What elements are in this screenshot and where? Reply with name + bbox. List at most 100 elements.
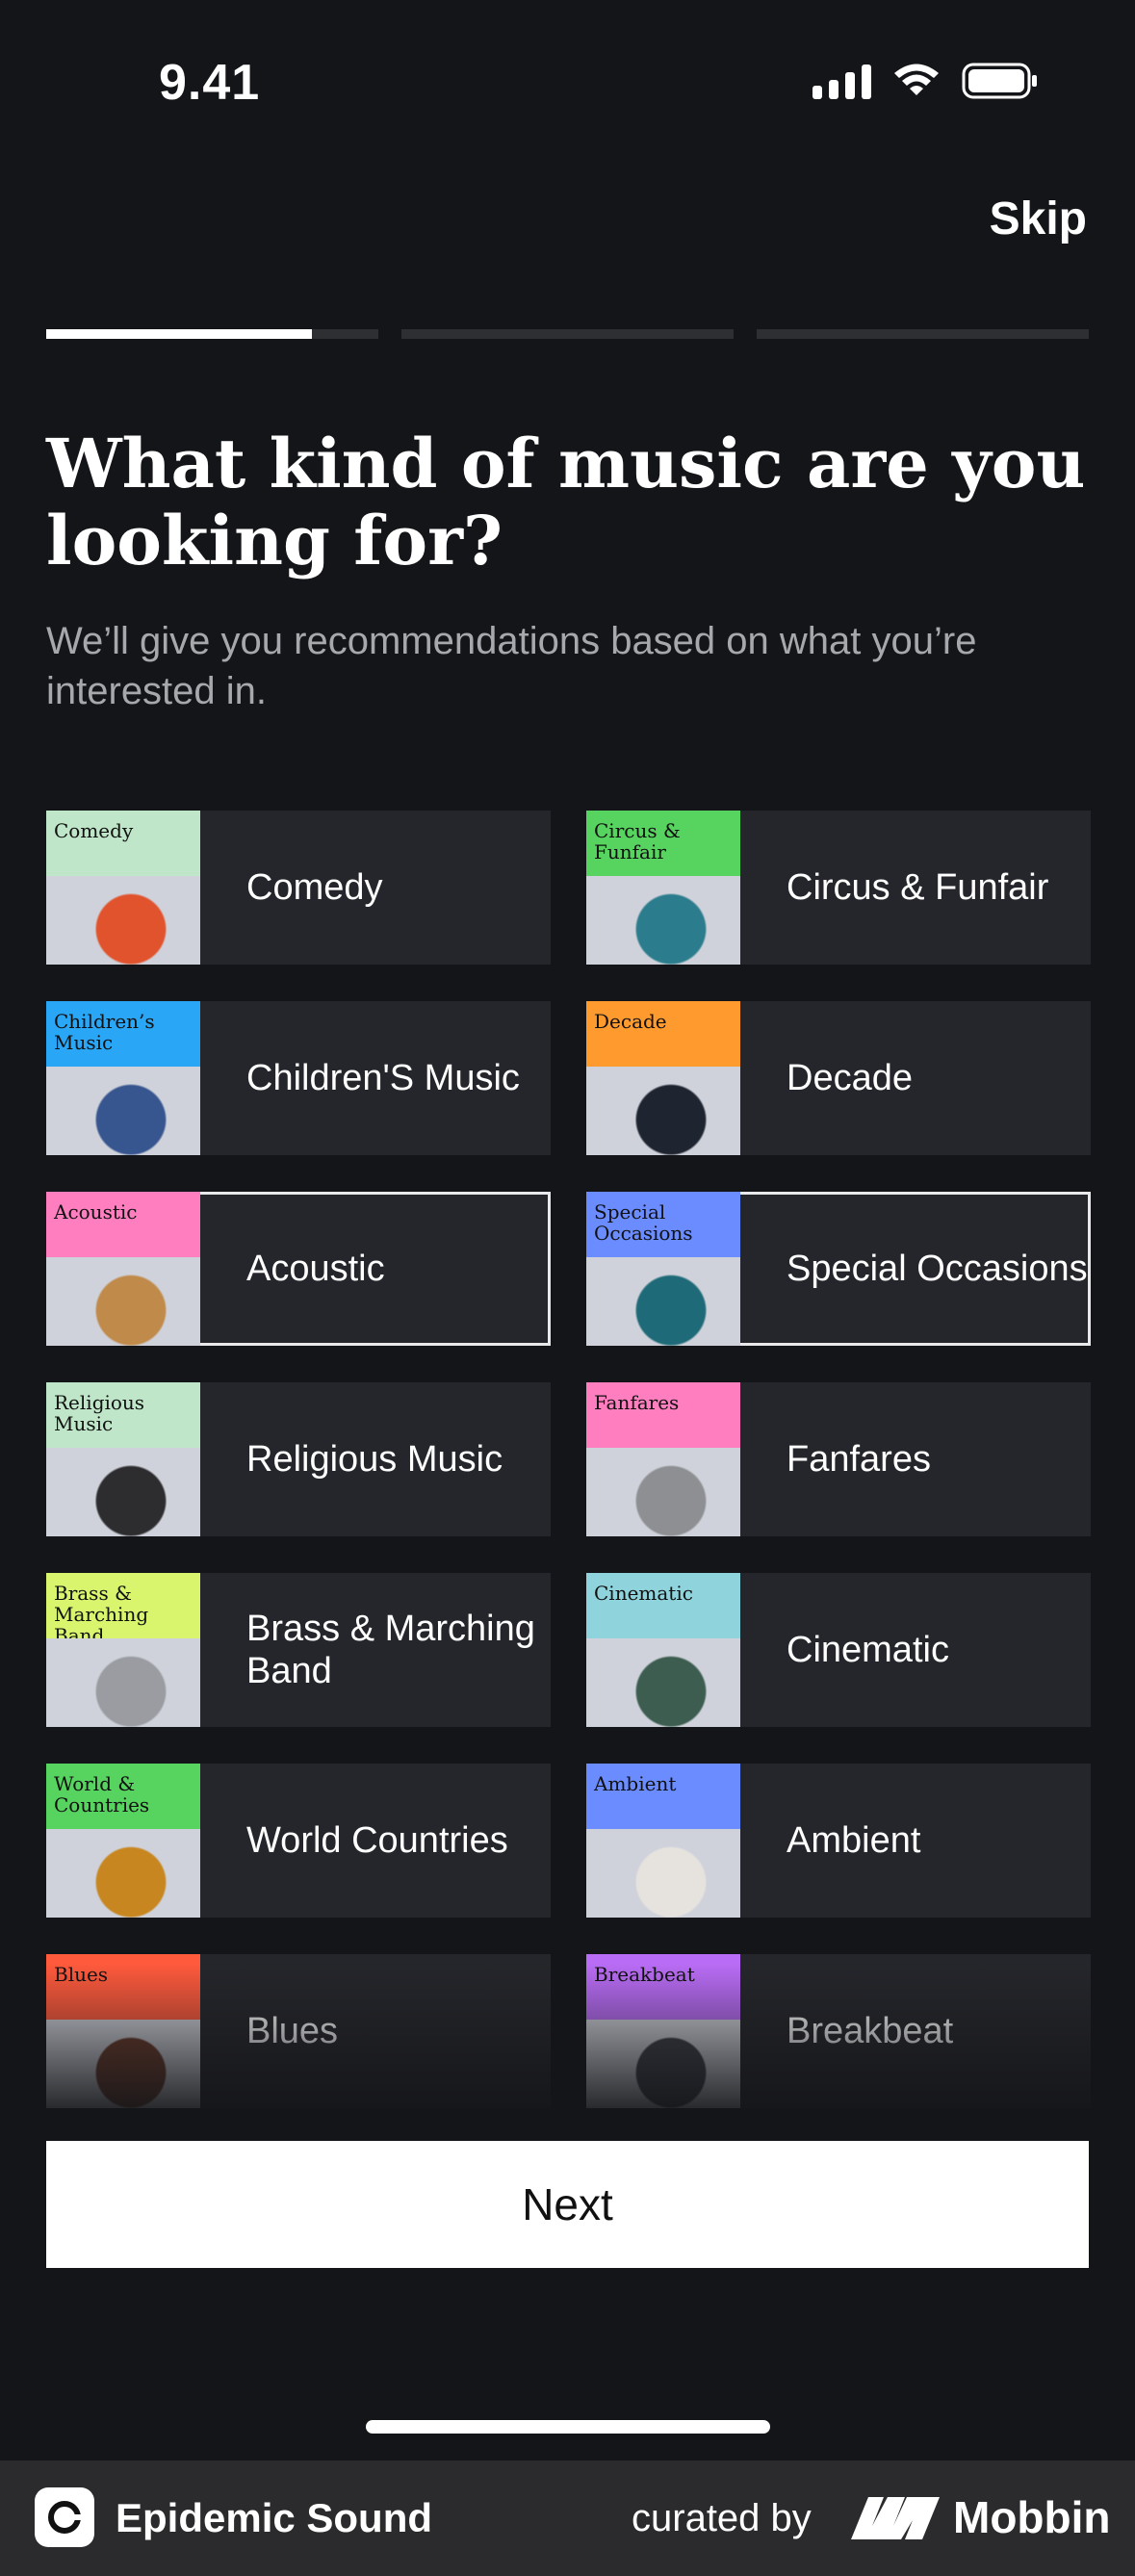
genre-label: Religious Music <box>246 1439 503 1480</box>
genre-label: World Countries <box>246 1820 508 1861</box>
genre-thumbnail: Blues <box>46 1954 200 2108</box>
genre-thumbnail-tag: Special Occasions <box>594 1200 693 1245</box>
genre-label: Cinematic <box>787 1630 949 1670</box>
footer-curator: Mobbin <box>953 2492 1111 2542</box>
genre-thumbnail-band: Acoustic <box>46 1192 200 1257</box>
genre-label: Blues <box>246 2011 339 2051</box>
genre-thumbnail-band: Breakbeat <box>586 1954 740 2020</box>
genre-thumbnail-band: Brass & Marching Band <box>46 1573 200 1646</box>
genre-thumbnail: World & Countries <box>46 1764 200 1918</box>
genre-thumbnail: Brass & Marching Band <box>46 1573 200 1727</box>
progress-step-1-fill <box>46 329 312 339</box>
genre-card[interactable]: Fanfares Fanfares <box>586 1382 1091 1536</box>
genre-thumbnail-band: Comedy <box>46 811 200 876</box>
genre-thumbnail-art <box>586 1829 740 1918</box>
status-time: 9.41 <box>159 55 261 111</box>
genre-label: Fanfares <box>787 1439 931 1480</box>
epidemic-sound-logo-icon <box>35 2487 94 2547</box>
genre-thumbnail-tag: Breakbeat <box>594 1963 695 1986</box>
page-title: What kind of music are you looking for? <box>46 424 1086 580</box>
genre-card[interactable]: Blues Blues <box>46 1954 551 2108</box>
genre-thumbnail-tag: Ambient <box>594 1772 677 1795</box>
genre-thumbnail-band: Ambient <box>586 1764 740 1829</box>
genre-card[interactable]: World & Countries World Countries <box>46 1764 551 1918</box>
genre-thumbnail-art <box>586 876 740 965</box>
genre-thumbnail-tag: Children’s Music <box>54 1010 155 1054</box>
genre-thumbnail-art <box>46 1067 200 1155</box>
genre-thumbnail-band: Fanfares <box>586 1382 740 1448</box>
onboarding-progress <box>46 329 1089 339</box>
genre-card[interactable]: Brass & Marching Band Brass & Marching Ba… <box>46 1573 551 1727</box>
genre-card[interactable]: Breakbeat Breakbeat <box>586 1954 1091 2108</box>
genre-thumbnail-tag: Decade <box>594 1010 667 1033</box>
genre-thumbnail-band: Decade <box>586 1001 740 1067</box>
status-icons <box>813 62 1039 100</box>
genre-thumbnail: Cinematic <box>586 1573 740 1727</box>
progress-step-2 <box>401 329 734 339</box>
genre-thumbnail: Religious Music <box>46 1382 200 1536</box>
battery-icon <box>962 63 1037 99</box>
genre-thumbnail-tag: World & Countries <box>54 1772 150 1816</box>
genre-label: Acoustic <box>246 1249 385 1289</box>
wifi-icon <box>894 64 939 95</box>
footer-banner: Epidemic Sound curated by Mobbin <box>0 2460 1135 2576</box>
genre-label: Special Occasions <box>787 1249 1088 1289</box>
next-button[interactable]: Next <box>46 2141 1089 2268</box>
genre-card[interactable]: Ambient Ambient <box>586 1764 1091 1918</box>
genre-thumbnail-band: Cinematic <box>586 1573 740 1638</box>
genre-thumbnail: Children’s Music <box>46 1001 200 1155</box>
skip-button[interactable]: Skip <box>990 193 1087 245</box>
genre-thumbnail: Circus & Funfair <box>586 811 740 965</box>
genre-thumbnail-tag: Comedy <box>54 819 134 842</box>
genre-thumbnail-band: Religious Music <box>46 1382 200 1448</box>
genre-card[interactable]: Comedy Comedy <box>46 811 551 965</box>
mobbin-logo-icon <box>851 2497 940 2539</box>
progress-step-3 <box>757 329 1089 339</box>
genre-thumbnail: Acoustic <box>46 1192 200 1346</box>
genre-thumbnail-art <box>46 1638 200 1727</box>
footer-brand: Epidemic Sound <box>116 2495 433 2540</box>
genre-thumbnail: Special Occasions <box>586 1192 740 1346</box>
genre-thumbnail-tag: Cinematic <box>594 1582 693 1605</box>
genre-thumbnail-art <box>46 2020 200 2108</box>
genre-card[interactable]: Cinematic Cinematic <box>586 1573 1091 1727</box>
genre-thumbnail-art <box>586 1257 740 1346</box>
genre-label: Decade <box>787 1058 913 1098</box>
status-bar: 9.41 <box>0 0 1135 164</box>
page-subtitle: We’ll give you recommendations based on … <box>46 620 977 712</box>
genre-thumbnail-art <box>586 1067 740 1155</box>
signal-icon <box>813 63 871 99</box>
genre-card[interactable]: Circus & Funfair Circus & Funfair <box>586 811 1091 965</box>
genre-thumbnail-tag: Brass & Marching Band <box>54 1582 149 1647</box>
genre-card[interactable]: Children’s Music Children'S Music <box>46 1001 551 1155</box>
genre-card[interactable]: Religious Music Religious Music <box>46 1382 551 1536</box>
genre-thumbnail: Fanfares <box>586 1382 740 1536</box>
genre-thumbnail-tag: Circus & Funfair <box>594 819 681 863</box>
genre-thumbnail-art <box>46 1448 200 1536</box>
genre-thumbnail-art <box>586 1448 740 1536</box>
genre-thumbnail-band: Circus & Funfair <box>586 811 740 876</box>
genre-thumbnail-tag: Blues <box>54 1963 109 1986</box>
genre-thumbnail: Breakbeat <box>586 1954 740 2108</box>
genre-thumbnail-art <box>586 2020 740 2108</box>
genre-thumbnail-band: World & Countries <box>46 1764 200 1829</box>
genre-label: Comedy <box>246 867 383 908</box>
genre-thumbnail-art <box>46 1257 200 1346</box>
genre-label: Ambient <box>787 1820 921 1861</box>
genre-thumbnail: Comedy <box>46 811 200 965</box>
genre-card[interactable]: Decade Decade <box>586 1001 1091 1155</box>
genre-label: Children'S Music <box>246 1058 520 1098</box>
genre-thumbnail-tag: Religious Music <box>54 1391 145 1435</box>
genre-card[interactable]: Special Occasions Special Occasions <box>586 1192 1091 1346</box>
genre-thumbnail-art <box>46 876 200 965</box>
genre-thumbnail-art <box>586 1638 740 1727</box>
progress-step-1 <box>46 329 378 339</box>
genre-thumbnail-tag: Fanfares <box>594 1391 680 1414</box>
genre-thumbnail: Decade <box>586 1001 740 1155</box>
genre-thumbnail-art <box>46 1829 200 1918</box>
genre-label: Breakbeat <box>787 2011 954 2051</box>
genre-thumbnail: Ambient <box>586 1764 740 1918</box>
genre-thumbnail-tag: Acoustic <box>54 1200 138 1224</box>
genre-card[interactable]: Acoustic Acoustic <box>46 1192 551 1346</box>
footer-curated-by: curated by <box>632 2497 812 2539</box>
